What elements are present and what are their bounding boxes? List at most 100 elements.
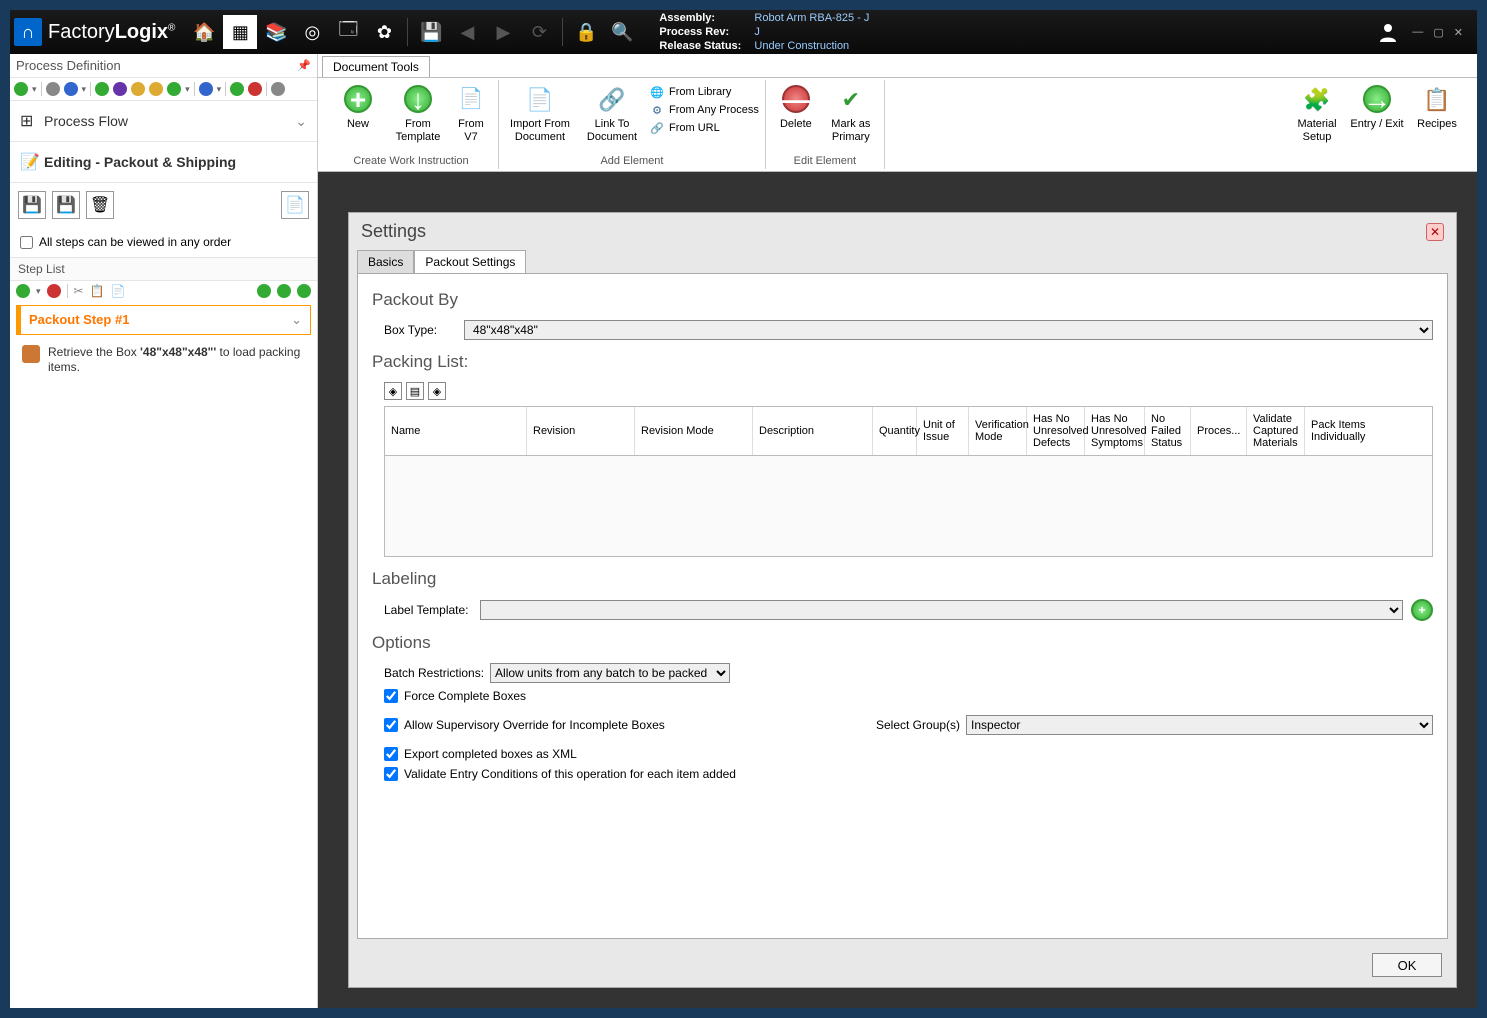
col-symptoms[interactable]: Has No Unresolved Symptoms [1085, 407, 1145, 455]
save-step-button[interactable]: 💾 [18, 191, 46, 219]
new-button[interactable]: +New [330, 82, 386, 131]
allow-override-checkbox[interactable] [384, 718, 398, 732]
from-library-button[interactable]: 🌐From Library [649, 84, 759, 100]
search-icon[interactable]: 🔍 [605, 15, 639, 49]
grid-icon[interactable]: ▦ [223, 15, 257, 49]
step-list-header: Step List [10, 257, 317, 281]
tab-basics[interactable]: Basics [357, 250, 414, 273]
validate-entry-checkbox[interactable] [384, 767, 398, 781]
mini-dd4[interactable]: ▾ [217, 84, 222, 95]
col-failed[interactable]: No Failed Status [1145, 407, 1191, 455]
import-doc-button[interactable]: 📄Import From Document [505, 82, 575, 144]
mini-icon-4[interactable] [113, 82, 127, 96]
mini-icon-3[interactable] [95, 82, 109, 96]
pin-icon[interactable]: 📌 [297, 59, 311, 72]
pl-icon-1[interactable]: ◈ [384, 382, 402, 400]
step-item-1[interactable]: Packout Step #1 ⌄ [16, 305, 311, 335]
step-add-icon[interactable] [16, 284, 30, 298]
pl-icon-2[interactable]: ▤ [406, 382, 424, 400]
refresh-icon[interactable]: ⟳ [522, 15, 556, 49]
home-icon[interactable]: 🏠 [187, 15, 221, 49]
step-del-icon[interactable] [47, 284, 61, 298]
mini-icon-6[interactable] [149, 82, 163, 96]
window-icon[interactable]: 🗔 [331, 15, 365, 49]
step-cut-icon[interactable]: ✂ [74, 284, 84, 298]
mini-dd2[interactable]: ▾ [82, 84, 87, 95]
maximize-button[interactable]: ▢ [1433, 26, 1443, 39]
down-arrow-icon: ⌄ [295, 113, 307, 130]
tab-packout-settings[interactable]: Packout Settings [414, 250, 526, 273]
batch-restrictions-select[interactable]: Allow units from any batch to be packed [490, 663, 730, 683]
process-flow-row[interactable]: ⊞Process Flow ⌄ [10, 100, 317, 141]
entry-exit-button[interactable]: →Entry / Exit [1349, 82, 1405, 131]
editing-row[interactable]: 📝Editing - Packout & Shipping [10, 141, 317, 182]
nav-fwd-icon[interactable]: ▶ [486, 15, 520, 49]
gear-icon[interactable]: ✿ [367, 15, 401, 49]
pl-icon-3[interactable]: ◈ [428, 382, 446, 400]
mini-icon-7[interactable] [167, 82, 181, 96]
step-description[interactable]: Retrieve the Box '48"x48"x48"' to load p… [10, 339, 317, 381]
recipes-button[interactable]: 📋Recipes [1409, 82, 1465, 131]
close-settings-button[interactable]: ✕ [1426, 223, 1444, 241]
close-button[interactable]: ✕ [1454, 26, 1463, 39]
col-defects[interactable]: Has No Unresolved Defects [1027, 407, 1085, 455]
target-icon[interactable]: ◎ [295, 15, 329, 49]
link-doc-button[interactable]: 🔗Link To Document [579, 82, 645, 144]
col-revision[interactable]: Revision [527, 407, 635, 455]
step-down-icon[interactable] [297, 284, 311, 298]
mini-icon-9[interactable] [230, 82, 244, 96]
step-copy-icon[interactable]: 📋 [90, 284, 105, 298]
mini-dd3[interactable]: ▾ [185, 84, 190, 95]
all-steps-checkbox[interactable] [20, 236, 33, 249]
packing-list-body[interactable] [385, 456, 1432, 556]
col-pack[interactable]: Pack Items Individually [1305, 407, 1361, 455]
tab-document-tools[interactable]: Document Tools [322, 56, 430, 77]
config-step-button[interactable]: 📄 [281, 191, 309, 219]
nav-back-icon[interactable]: ◀ [450, 15, 484, 49]
step-refresh-icon[interactable] [257, 284, 271, 298]
col-name[interactable]: Name [385, 407, 527, 455]
minimize-button[interactable]: — [1412, 26, 1423, 39]
from-any-process-button[interactable]: ⚙From Any Process [649, 102, 759, 118]
layers-icon[interactable]: 📚 [259, 15, 293, 49]
mini-icon-8[interactable] [199, 82, 213, 96]
save-icon[interactable]: 💾 [414, 15, 448, 49]
mini-icon-10[interactable] [248, 82, 262, 96]
col-description[interactable]: Description [753, 407, 873, 455]
delete-step-button[interactable]: 🗑 [86, 191, 114, 219]
mini-icon-2[interactable] [64, 82, 78, 96]
label-template-select[interactable] [480, 600, 1403, 620]
col-rev-mode[interactable]: Revision Mode [635, 407, 753, 455]
add-label-template-button[interactable]: + [1411, 599, 1433, 621]
select-group-select[interactable]: Inspector [966, 715, 1433, 735]
mini-add-icon[interactable] [14, 82, 28, 96]
from-url-button[interactable]: 🔗From URL [649, 120, 759, 136]
from-template-button[interactable]: ↓From Template [390, 82, 446, 144]
from-v7-button[interactable]: 📄From V7 [450, 82, 492, 144]
ok-button[interactable]: OK [1372, 953, 1442, 977]
mini-icon-1[interactable] [46, 82, 60, 96]
export-xml-checkbox[interactable] [384, 747, 398, 761]
col-validate[interactable]: Validate Captured Materials [1247, 407, 1305, 455]
lock-icon[interactable]: 🔒 [569, 15, 603, 49]
step-up-icon[interactable] [277, 284, 291, 298]
assembly-info: Assembly:Robot Arm RBA-825 - J Process R… [659, 11, 869, 53]
box-type-select[interactable]: 48"x48"x48" [464, 320, 1433, 340]
mini-icon-5[interactable] [131, 82, 145, 96]
mini-icon-11[interactable] [271, 82, 285, 96]
saveas-step-button[interactable]: 💾 [52, 191, 80, 219]
step-dd[interactable]: ▾ [36, 286, 41, 297]
mark-primary-button[interactable]: ✔Mark as Primary [824, 82, 878, 144]
col-verif[interactable]: Verification Mode [969, 407, 1027, 455]
col-process[interactable]: Proces... [1191, 407, 1247, 455]
force-complete-checkbox[interactable] [384, 689, 398, 703]
content: Document Tools +New ↓From Template 📄From… [318, 54, 1477, 1008]
delete-button[interactable]: —Delete [772, 82, 820, 131]
mini-dd1[interactable]: ▾ [32, 84, 37, 95]
batch-restrictions-label: Batch Restrictions: [384, 666, 484, 680]
col-quantity[interactable]: Quantity [873, 407, 917, 455]
material-setup-button[interactable]: 🧩Material Setup [1289, 82, 1345, 144]
col-unit[interactable]: Unit of Issue [917, 407, 969, 455]
user-icon[interactable] [1374, 18, 1402, 46]
step-paste-icon[interactable]: 📄 [111, 284, 126, 298]
